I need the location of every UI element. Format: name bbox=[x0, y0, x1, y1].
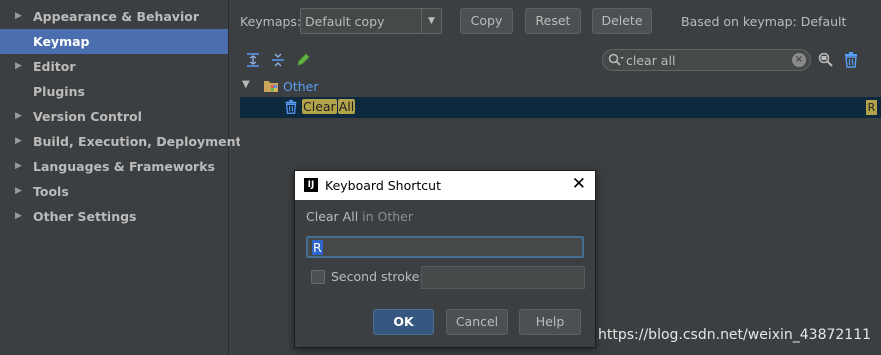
search-match-highlight: Clear bbox=[302, 99, 337, 114]
expand-arrow-icon[interactable]: ▶ bbox=[15, 104, 22, 129]
sidebar-item-keymap[interactable]: Keymap bbox=[0, 29, 228, 54]
expand-arrow-icon[interactable]: ▶ bbox=[15, 179, 22, 204]
based-on-label: Based on keymap: Default bbox=[681, 14, 847, 29]
sidebar-item-version-control[interactable]: ▶ Version Control bbox=[0, 104, 228, 129]
expand-arrow-icon[interactable]: ▶ bbox=[15, 4, 22, 29]
expand-arrow-icon[interactable]: ▶ bbox=[15, 54, 22, 79]
keymap-select[interactable]: Default copy ▼ bbox=[300, 8, 442, 34]
cancel-button[interactable]: Cancel bbox=[446, 309, 508, 335]
sidebar-item-label: Plugins bbox=[33, 84, 85, 99]
shortcut-badge: R bbox=[866, 100, 877, 115]
search-icon bbox=[608, 53, 624, 66]
tree-group-label: Other bbox=[283, 79, 319, 94]
expand-all-icon[interactable] bbox=[245, 52, 261, 68]
sidebar-item-other-settings[interactable]: ▶ Other Settings bbox=[0, 204, 228, 229]
sidebar-item-label: Version Control bbox=[33, 109, 142, 124]
expand-arrow-icon[interactable]: ▶ bbox=[15, 204, 22, 229]
keymap-toolbar: Keymaps: Default copy ▼ Copy Reset Delet… bbox=[230, 0, 881, 44]
keymap-select-value: Default copy bbox=[305, 14, 385, 29]
second-stroke-label: Second stroke: bbox=[331, 269, 424, 284]
action-context: in Other bbox=[362, 209, 414, 224]
clear-search-icon[interactable]: × bbox=[792, 53, 806, 67]
sidebar-item-label: Languages & Frameworks bbox=[33, 159, 215, 174]
first-stroke-value: R bbox=[312, 240, 323, 255]
find-shortcut-icon[interactable] bbox=[817, 51, 835, 69]
collapse-caret-icon[interactable]: ▼ bbox=[242, 79, 250, 90]
tree-action-label: Clear All bbox=[302, 99, 356, 114]
sidebar-item-label: Tools bbox=[33, 184, 69, 199]
ok-button[interactable]: OK bbox=[373, 309, 434, 335]
sidebar-item-editor[interactable]: ▶ Editor bbox=[0, 54, 228, 79]
tree-group-row[interactable]: ▼ Other bbox=[240, 76, 881, 97]
sidebar-item-languages[interactable]: ▶ Languages & Frameworks bbox=[0, 154, 228, 179]
folder-icon bbox=[264, 81, 278, 92]
delete-button[interactable]: Delete bbox=[592, 8, 652, 34]
sidebar-item-label: Build, Execution, Deployment bbox=[33, 134, 242, 149]
search-input[interactable]: clear all × bbox=[602, 49, 811, 71]
second-stroke-checkbox[interactable] bbox=[311, 270, 325, 284]
help-button[interactable]: Help bbox=[519, 309, 581, 335]
second-stroke-field[interactable] bbox=[421, 266, 585, 289]
clear-filter-trash-icon[interactable] bbox=[842, 51, 860, 69]
sidebar-item-tools[interactable]: ▶ Tools bbox=[0, 179, 228, 204]
sidebar-item-plugins[interactable]: Plugins bbox=[0, 79, 228, 104]
tree-action-row[interactable]: Clear All R bbox=[240, 97, 881, 118]
close-icon[interactable]: ✕ bbox=[572, 174, 586, 194]
action-name: Clear All bbox=[306, 209, 359, 224]
watermark-text: https://blog.csdn.net/weixin_43872111 bbox=[598, 327, 872, 343]
sidebar-item-label: Editor bbox=[33, 59, 76, 74]
dialog-title-bar: IJ Keyboard Shortcut ✕ bbox=[295, 171, 595, 200]
chevron-down-icon[interactable]: ▼ bbox=[421, 9, 441, 33]
intellij-logo-icon: IJ bbox=[304, 178, 318, 192]
settings-sidebar: ▶ Appearance & Behavior Keymap ▶ Editor … bbox=[0, 0, 241, 355]
sidebar-item-appearance[interactable]: ▶ Appearance & Behavior bbox=[0, 4, 228, 29]
copy-button[interactable]: Copy bbox=[460, 8, 513, 34]
sidebar-item-label: Keymap bbox=[33, 34, 90, 49]
expand-arrow-icon[interactable]: ▶ bbox=[15, 154, 22, 179]
edit-pencil-icon[interactable] bbox=[295, 52, 311, 68]
expand-arrow-icon[interactable]: ▶ bbox=[15, 129, 22, 154]
trash-icon bbox=[285, 99, 297, 114]
dialog-title: Keyboard Shortcut bbox=[325, 178, 441, 193]
sidebar-item-label: Other Settings bbox=[33, 209, 137, 224]
search-match-highlight: All bbox=[337, 99, 356, 114]
dialog-action-caption: Clear All in Other bbox=[306, 209, 413, 224]
keyboard-shortcut-dialog: IJ Keyboard Shortcut ✕ Clear All in Othe… bbox=[294, 170, 596, 348]
search-input-value: clear all bbox=[626, 53, 676, 68]
sidebar-item-label: Appearance & Behavior bbox=[33, 9, 199, 24]
reset-button[interactable]: Reset bbox=[525, 8, 581, 34]
collapse-all-icon[interactable] bbox=[270, 52, 286, 68]
sidebar-item-build[interactable]: ▶ Build, Execution, Deployment bbox=[0, 129, 241, 154]
first-stroke-field[interactable]: R bbox=[306, 236, 584, 258]
keymaps-label: Keymaps: bbox=[240, 14, 302, 29]
